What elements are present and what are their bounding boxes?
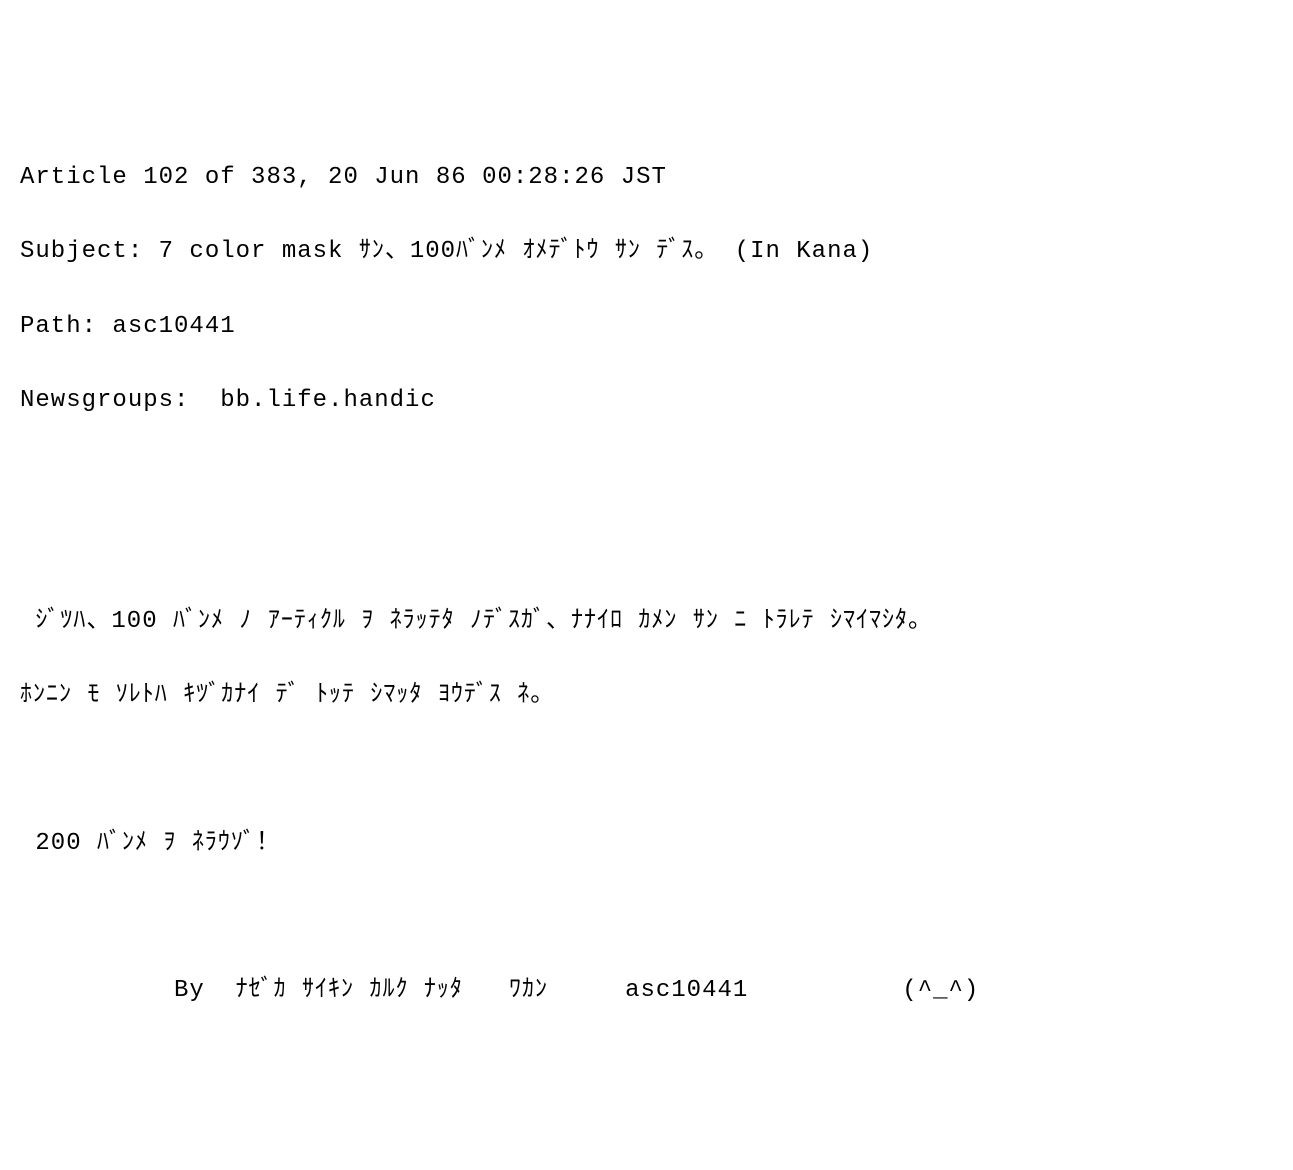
newsgroups-line: Newsgroups: bb.life.handic: [20, 382, 1273, 419]
body-paragraph-2: 200 ﾊﾞﾝﾒ ｦ ﾈﾗｳｿﾞ！: [20, 825, 1273, 862]
article-header-line: Article 102 of 383, 20 Jun 86 00:28:26 J…: [20, 159, 1273, 196]
blank-line: [20, 751, 1273, 787]
subject-line: Subject: 7 color mask ｻﾝ、100ﾊﾞﾝﾒ ｵﾒﾃﾞﾄｳ …: [20, 233, 1273, 270]
path-line: Path: asc10441: [20, 308, 1273, 345]
body-paragraph-1-line-1: ｼﾞﾂﾊ、100 ﾊﾞﾝﾒ ﾉ ｱｰﾃｨｸﾙ ｦ ﾈﾗｯﾃﾀ ﾉﾃﾞｽｶﾞ、ﾅﾅ…: [20, 603, 1273, 640]
blank-line: [20, 899, 1273, 935]
blank-line: [20, 529, 1273, 565]
blank-line: [20, 456, 1273, 492]
signature-line: By ﾅｾﾞｶ ｻｲｷﾝ ｶﾙｸ ﾅｯﾀ ﾜｶﾝ asc10441 (^_^): [20, 972, 1273, 1009]
body-paragraph-1-line-2: ﾎﾝﾆﾝ ﾓ ｿﾚﾄﾊ ｷﾂﾞｶﾅｲ ﾃﾞ ﾄｯﾃ ｼﾏｯﾀ ﾖｳﾃﾞｽ ﾈ。: [20, 677, 1273, 714]
